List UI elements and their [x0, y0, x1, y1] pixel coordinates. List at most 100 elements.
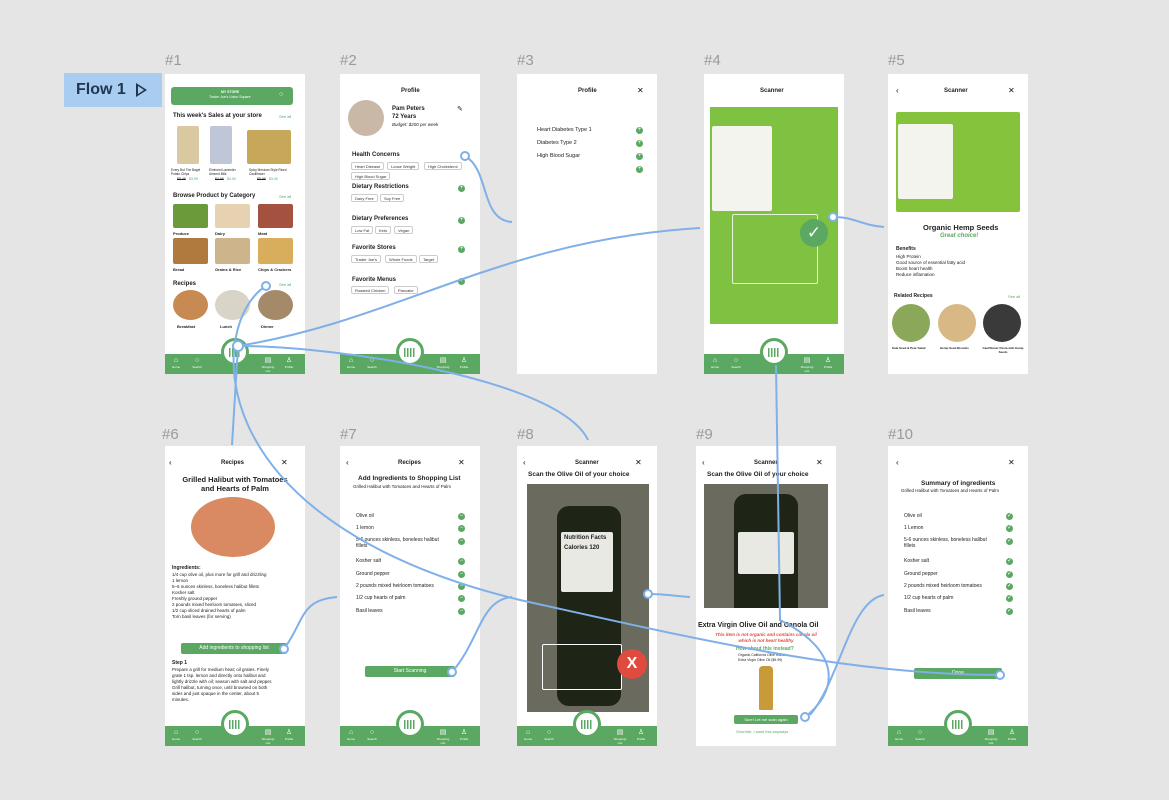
health-chip[interactable]: Heart Disease — [351, 162, 385, 170]
remove-ingredient-button[interactable]: − — [458, 538, 465, 545]
home-tab[interactable]: ⌂ Home — [892, 729, 906, 741]
scan-button[interactable] — [396, 710, 424, 738]
restriction-chip[interactable]: Soy Free — [380, 194, 405, 202]
close-icon[interactable]: ✕ — [1008, 86, 1015, 95]
profile-tab[interactable]: ♙ Profile — [282, 357, 296, 369]
recipe-image[interactable] — [892, 304, 930, 342]
category-produce-image[interactable] — [173, 204, 208, 228]
recipe-dinner-image[interactable] — [258, 290, 293, 320]
shopping-list-tab[interactable]: ▤ Shopping List — [261, 729, 275, 745]
profile-tab[interactable]: ♙ Profile — [282, 729, 296, 741]
remove-ingredient-button[interactable]: − — [458, 558, 465, 565]
see-all-link[interactable]: See all — [279, 114, 291, 119]
menu-chip[interactable]: Pancake — [394, 286, 418, 294]
scan-again-button[interactable]: Sure! Let me scan again — [734, 715, 798, 724]
shopping-list-tab[interactable]: ▤ Shopping List — [800, 357, 814, 373]
add-store-button[interactable]: + — [458, 246, 465, 253]
add-to-shopping-list-button[interactable]: Add ingredients to shopping list — [181, 643, 287, 654]
preference-chip[interactable]: Keto — [375, 226, 392, 234]
back-icon[interactable]: ‹ — [346, 458, 349, 467]
close-icon[interactable]: ✕ — [1008, 458, 1015, 467]
profile-tab[interactable]: ♙ Profile — [457, 357, 471, 369]
search-tab[interactable]: ○ Search — [542, 729, 556, 741]
home-tab[interactable]: ⌂ Home — [344, 357, 358, 369]
close-icon[interactable]: ✕ — [458, 458, 465, 467]
start-scanning-button[interactable]: Start Scanning — [365, 666, 455, 677]
home-tab[interactable]: ⌂ Home — [521, 729, 535, 741]
scan-button[interactable] — [944, 710, 972, 738]
store-chip[interactable]: Target — [419, 255, 439, 263]
close-icon[interactable]: ✕ — [281, 458, 288, 467]
avatar[interactable] — [348, 100, 384, 136]
store-chip[interactable]: Trader Joe's — [351, 255, 381, 263]
category-dairy-image[interactable] — [215, 204, 250, 228]
scan-button[interactable] — [396, 338, 424, 366]
profile-tab[interactable]: ♙ Profile — [457, 729, 471, 741]
remove-ingredient-button[interactable]: − — [458, 608, 465, 615]
recipe-breakfast-image[interactable] — [173, 290, 208, 320]
remove-ingredient-button[interactable]: − — [458, 525, 465, 532]
health-chip[interactable]: High Cholesterol — [424, 162, 462, 170]
add-concern-button[interactable]: + — [636, 166, 643, 173]
category-bread-image[interactable] — [173, 238, 208, 264]
shopping-list-tab[interactable]: ▤ Shopping List — [436, 357, 450, 373]
store-chip[interactable]: Whole Foods — [385, 255, 417, 263]
see-all-link[interactable]: See all — [279, 282, 291, 287]
back-icon[interactable]: ‹ — [702, 458, 705, 467]
add-menu-button[interactable]: + — [458, 278, 465, 285]
done-button[interactable]: Done — [914, 668, 1002, 679]
search-icon[interactable]: ○ — [279, 91, 283, 100]
health-chip[interactable]: Loose Weight — [387, 162, 420, 170]
preference-chip[interactable]: Vegan — [394, 226, 414, 234]
scan-button[interactable] — [221, 338, 249, 366]
alternative-bottle-image[interactable] — [759, 666, 773, 710]
home-tab[interactable]: ⌂ Home — [708, 357, 722, 369]
add-preference-button[interactable]: + — [458, 217, 465, 224]
close-icon[interactable]: ✕ — [816, 458, 823, 467]
home-tab[interactable]: ⌂ Home — [169, 357, 183, 369]
close-icon[interactable]: ✕ — [637, 86, 644, 95]
shopping-list-tab[interactable]: ▤ Shopping List — [984, 729, 998, 745]
product-image[interactable] — [247, 130, 291, 164]
see-all-link[interactable]: See all — [279, 194, 291, 199]
override-link[interactable]: Override, I want this anyways — [736, 729, 788, 734]
search-tab[interactable]: ○ Search — [365, 357, 379, 369]
search-tab[interactable]: ○ Search — [190, 729, 204, 741]
recipe-lunch-image[interactable] — [215, 290, 250, 320]
recipe-image[interactable] — [938, 304, 976, 342]
profile-tab[interactable]: ♙ Profile — [821, 357, 835, 369]
add-concern-button[interactable]: + — [636, 140, 643, 147]
scan-button[interactable] — [221, 710, 249, 738]
back-icon[interactable]: ‹ — [896, 86, 899, 95]
remove-ingredient-button[interactable]: − — [458, 513, 465, 520]
shopping-list-tab[interactable]: ▤ Shopping List — [436, 729, 450, 745]
category-grains-image[interactable] — [215, 238, 250, 264]
edit-icon[interactable]: ✎ — [457, 106, 463, 115]
remove-ingredient-button[interactable]: − — [458, 595, 465, 602]
category-chips-image[interactable] — [258, 238, 293, 264]
search-tab[interactable]: ○ Search — [365, 729, 379, 741]
home-tab[interactable]: ⌂ Home — [344, 729, 358, 741]
see-all-link[interactable]: See all — [1008, 294, 1020, 299]
home-tab[interactable]: ⌂ Home — [169, 729, 183, 741]
back-icon[interactable]: ‹ — [169, 458, 172, 467]
close-icon[interactable]: ✕ — [635, 458, 642, 467]
recipe-image[interactable] — [983, 304, 1021, 342]
profile-tab[interactable]: ♙ Profile — [1005, 729, 1019, 741]
remove-ingredient-button[interactable]: − — [458, 571, 465, 578]
preference-chip[interactable]: Low Fat — [351, 226, 374, 234]
scan-button[interactable] — [760, 338, 788, 366]
store-selector[interactable]: MY STORE Trader Joe's Union Square ○ — [171, 87, 293, 105]
health-chip[interactable]: High Blood Sugar — [351, 172, 391, 180]
product-image[interactable] — [177, 126, 199, 164]
profile-tab[interactable]: ♙ Profile — [634, 729, 648, 741]
search-tab[interactable]: ○ Search — [913, 729, 927, 741]
add-concern-button[interactable]: + — [636, 127, 643, 134]
search-tab[interactable]: ○ Search — [729, 357, 743, 369]
add-restriction-button[interactable]: + — [458, 185, 465, 192]
product-image[interactable] — [210, 126, 232, 164]
restriction-chip[interactable]: Dairy Free — [351, 194, 378, 202]
remove-ingredient-button[interactable]: − — [458, 583, 465, 590]
shopping-list-tab[interactable]: ▤ Shopping List — [613, 729, 627, 745]
menu-chip[interactable]: Roasted Chicken — [351, 286, 390, 294]
